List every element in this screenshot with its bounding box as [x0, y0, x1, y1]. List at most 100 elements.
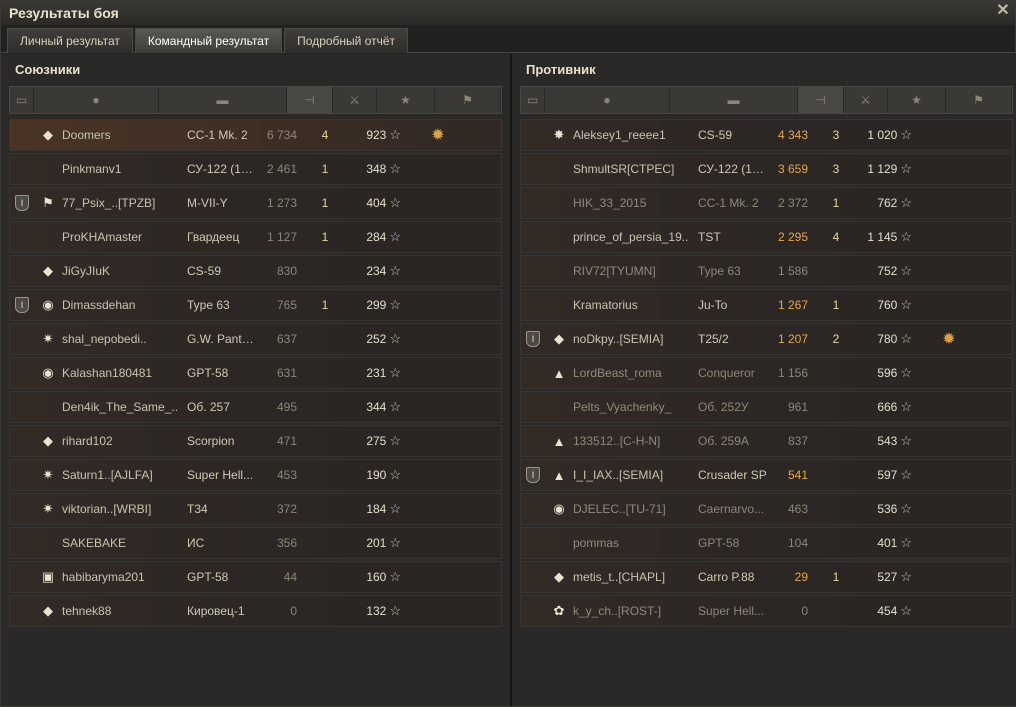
player-row[interactable]: ◉ Kalashan180481 GPT-58 631 231 ☆	[9, 357, 502, 389]
clan-emblem-icon: ✿	[553, 603, 565, 618]
player-row[interactable]: ◆ tehnek88 Кировец-1 0 132 ☆	[9, 595, 502, 627]
xp-value: 752 ☆	[858, 263, 916, 279]
player-row[interactable]: ◉ DJELEC..[TU-71] Caernarvo... 463 536 ☆	[520, 493, 1013, 525]
player-column-icon[interactable]: ●	[34, 87, 159, 113]
clan-emblem-icon: ◆	[43, 263, 53, 278]
medal-icon: ✹	[431, 127, 445, 144]
tank-column-icon[interactable]: ▬	[670, 87, 798, 113]
damage-value: 44	[283, 570, 297, 584]
xp-value: 597 ☆	[858, 467, 916, 483]
allies-header: ▭ ● ▬ ⊣ ⚔ ★ ⚑	[9, 86, 502, 114]
player-row[interactable]: SAKEBAKE ИС 356 201 ☆	[9, 527, 502, 559]
xp-number: 543	[877, 434, 898, 448]
vehicle-name: GPT-58	[187, 570, 229, 584]
player-row[interactable]: Den4ik_The_Same_.. Об. 257 495 344 ☆	[9, 391, 502, 423]
xp-value: 454 ☆	[858, 603, 916, 619]
medal-column-icon[interactable]: ⚑	[946, 87, 1012, 113]
vehicle-name: Type 63	[187, 298, 230, 312]
damage-column-icon[interactable]: ⊣	[798, 87, 844, 113]
xp-value: 1 129 ☆	[858, 161, 916, 177]
vehicle-name: GPT-58	[187, 366, 229, 380]
player-name: JiGyJIuK	[62, 264, 111, 278]
player-row[interactable]: ProKHAmaster Гвардеец 1 127 1 284 ☆	[9, 221, 502, 253]
kills-column-icon[interactable]: ⚔	[333, 87, 377, 113]
vehicle-name: G.W. Panth...	[187, 332, 257, 346]
vehicle-name: Об. 257	[187, 400, 230, 414]
star-icon: ☆	[389, 501, 401, 516]
damage-value: 29	[794, 570, 808, 584]
player-row[interactable]: ▣ habibaryma201 GPT-58 44 160 ☆	[9, 561, 502, 593]
player-row[interactable]: I ▲ I_I_IAX..[SEMIA] Crusader SP 541 597 ☆	[520, 459, 1013, 491]
star-icon: ☆	[389, 331, 401, 346]
player-column-icon[interactable]: ●	[545, 87, 670, 113]
player-row[interactable]: ◆ rihard102 Scorpion 471 275 ☆	[9, 425, 502, 457]
damage-value: 1 267	[777, 298, 808, 312]
star-icon: ☆	[389, 535, 401, 550]
player-row[interactable]: I ◉ Dimassdehan Type 63 765 1 299 ☆	[9, 289, 502, 321]
player-row[interactable]: I ⚑ 77_Psix_..[TPZB] M-VII-Y 1 273 1 404 ☆	[9, 187, 502, 219]
enemies-header: ▭ ● ▬ ⊣ ⚔ ★ ⚑	[520, 86, 1013, 114]
player-row[interactable]: ✷ Saturn1..[AJLFA] Super Hell... 453 190 ☆	[9, 459, 502, 491]
player-row[interactable]: Kramatorius Ju-To 1 267 1 760 ☆	[520, 289, 1013, 321]
vehicle-name: Type 63	[698, 264, 741, 278]
player-row[interactable]: Pinkmanv1 СУ-122 (19... 2 461 1 348 ☆	[9, 153, 502, 185]
star-icon: ☆	[900, 127, 912, 142]
battle-results-window: Результаты боя ✕ Личный результат Командн…	[0, 0, 1016, 707]
badge-column-icon[interactable]: ▭	[10, 87, 34, 113]
star-icon: ☆	[389, 263, 401, 278]
tab-2[interactable]: Подробный отчёт	[284, 28, 409, 53]
player-row[interactable]: HIK_33_2015 СС-1 Mk. 2 2 372 1 762 ☆	[520, 187, 1013, 219]
xp-number: 760	[877, 298, 898, 312]
player-row[interactable]: ✷ viktorian..[WRBI] T34 372 184 ☆	[9, 493, 502, 525]
clan-emblem-icon: ◆	[43, 433, 53, 448]
kills-value: 1	[321, 230, 329, 244]
player-row[interactable]: ◆ Doomers СС-1 Mk. 2 6 734 4 923 ☆ ✹	[9, 119, 502, 151]
vehicle-name: Гвардеец	[187, 230, 240, 244]
player-row[interactable]: ✸ Aleksey1_reeee1 CS-59 4 343 3 1 020 ☆	[520, 119, 1013, 151]
vehicle-name: T25/2	[698, 332, 729, 346]
player-name: Pinkmanv1	[62, 162, 122, 176]
clan-emblem-icon: ◆	[43, 603, 53, 618]
damage-value: 637	[276, 332, 297, 346]
player-row[interactable]: prince_of_persia_19.. TST 2 295 4 1 145 ☆	[520, 221, 1013, 253]
tab-0[interactable]: Личный результат	[7, 28, 133, 53]
star-icon: ☆	[389, 467, 401, 482]
player-row[interactable]: RIV72[TYUMN] Type 63 1 586 752 ☆	[520, 255, 1013, 287]
player-row[interactable]: I ◆ noDkpy..[SEMIA] T25/2 1 207 2 780 ☆ ✹	[520, 323, 1013, 355]
player-row[interactable]: Pelts_Vyachenky_ Об. 252У 961 666 ☆	[520, 391, 1013, 423]
vehicle-name: Crusader SP	[698, 468, 767, 482]
xp-number: 1 145	[867, 230, 898, 244]
vehicle-name: Об. 252У	[698, 400, 749, 414]
xp-value: 275 ☆	[347, 433, 405, 449]
player-name: shal_nepobedi..	[62, 332, 147, 346]
tab-1[interactable]: Командный результат	[134, 28, 283, 53]
player-name: ShmultSR[CTPEC]	[573, 162, 675, 176]
vehicle-name: Conqueror	[698, 366, 755, 380]
kills-column-icon[interactable]: ⚔	[844, 87, 888, 113]
xp-column-icon[interactable]: ★	[377, 87, 435, 113]
damage-column-icon[interactable]: ⊣	[287, 87, 333, 113]
player-row[interactable]: ✷ shal_nepobedi.. G.W. Panth... 637 252 ☆	[9, 323, 502, 355]
kills-value: 2	[832, 332, 840, 346]
player-row[interactable]: ▲ 133512..[C-H-N] Об. 259А 837 543 ☆	[520, 425, 1013, 457]
player-row[interactable]: pommas GPT-58 104 401 ☆	[520, 527, 1013, 559]
player-name: DJELEC..[TU-71]	[573, 502, 666, 516]
medal-column-icon[interactable]: ⚑	[435, 87, 501, 113]
vehicle-name: CS-59	[698, 128, 733, 142]
xp-column-icon[interactable]: ★	[888, 87, 946, 113]
player-row[interactable]: ▲ LordBeast_roma Conqueror 1 156 596 ☆	[520, 357, 1013, 389]
close-icon[interactable]: ✕	[995, 3, 1011, 19]
player-name: 133512..[C-H-N]	[573, 434, 661, 448]
xp-number: 344	[366, 400, 387, 414]
star-icon: ☆	[900, 161, 912, 176]
xp-value: 190 ☆	[347, 467, 405, 483]
vehicle-name: TST	[698, 230, 721, 244]
player-row[interactable]: ShmultSR[CTPEC] СУ-122 (19... 3 659 3 1 129 ☆	[520, 153, 1013, 185]
kills-value: 4	[832, 230, 840, 244]
player-row[interactable]: ◆ metis_t..[CHAPL] Carro P.88 29 1 527 ☆	[520, 561, 1013, 593]
badge-column-icon[interactable]: ▭	[521, 87, 545, 113]
xp-number: 527	[877, 570, 898, 584]
player-row[interactable]: ✿ k_y_ch..[ROST-] Super Hell... 0 454 ☆	[520, 595, 1013, 627]
player-row[interactable]: ◆ JiGyJIuK CS-59 830 234 ☆	[9, 255, 502, 287]
tank-column-icon[interactable]: ▬	[159, 87, 287, 113]
